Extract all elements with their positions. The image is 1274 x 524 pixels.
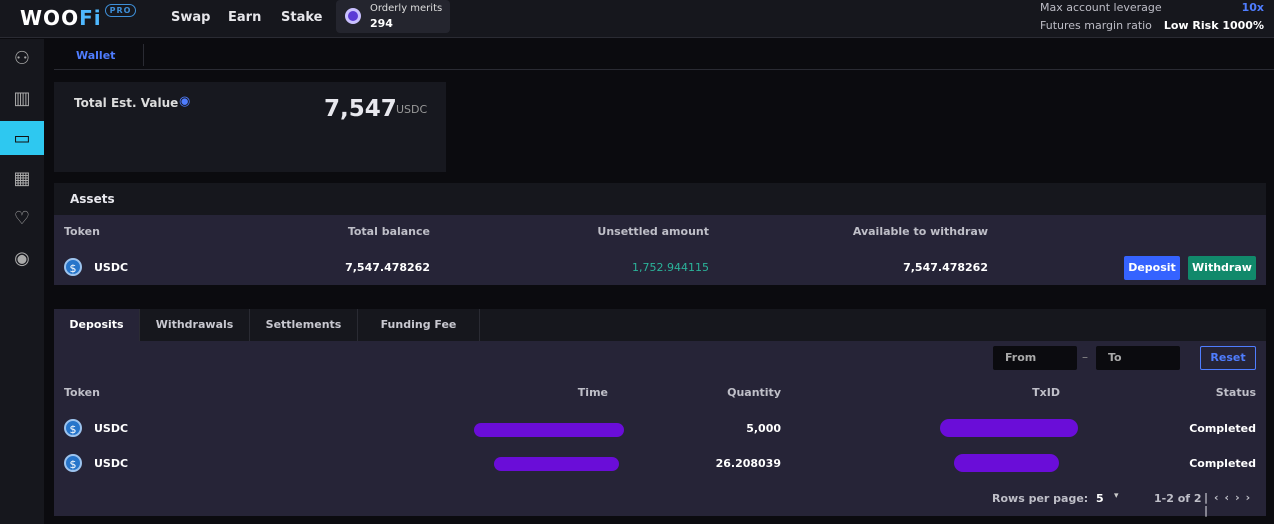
nav-earn[interactable]: Earn <box>228 10 261 25</box>
orderly-icon <box>345 8 361 24</box>
tab-deposits[interactable]: Deposits <box>54 309 140 341</box>
history-panel: Deposits Withdrawals Settlements Funding… <box>54 309 1266 517</box>
page-tabs: Wallet <box>54 42 1274 70</box>
rows-per-page-select[interactable]: 5 <box>1096 492 1104 505</box>
redacted-txid <box>940 419 1078 437</box>
chart-icon[interactable]: ▥ <box>0 81 44 115</box>
orderly-merits[interactable]: Orderly merits 294 <box>336 0 450 33</box>
nav-stake[interactable]: Stake <box>281 10 322 25</box>
wallet-icon[interactable]: ▭ <box>0 121 44 155</box>
redacted-txid <box>954 454 1059 472</box>
pagination-icons[interactable]: |‹‹›› | <box>1204 491 1266 517</box>
assets-panel: Assets Token Total balance Unsettled amo… <box>54 183 1266 285</box>
vault-icon[interactable]: ◉ <box>0 241 44 275</box>
redacted-time <box>494 457 619 471</box>
top-bar: WOOFi PRO Swap Earn Stake Orderly merits … <box>0 0 1274 38</box>
calculator-icon[interactable]: ▦ <box>0 161 44 195</box>
tab-wallet[interactable]: Wallet <box>76 49 115 62</box>
account-icon[interactable]: ⚇ <box>0 41 44 75</box>
total-value-card: Total Est. Value ◉ 7,547 USDC <box>54 82 446 172</box>
hide-eye-icon[interactable]: ◉ <box>179 94 190 109</box>
chevron-down-icon[interactable]: ▾ <box>1114 491 1119 501</box>
withdraw-button[interactable]: Withdraw <box>1188 256 1256 280</box>
tab-funding-fee[interactable]: Funding Fee <box>358 309 480 341</box>
usdc-icon: $ <box>64 258 82 276</box>
usdc-icon: $ <box>64 454 82 472</box>
rewards-icon[interactable]: ♡ <box>0 201 44 235</box>
nav-swap[interactable]: Swap <box>171 10 210 25</box>
to-date-input[interactable]: To <box>1096 346 1180 370</box>
redacted-time <box>474 423 624 437</box>
tab-settlements[interactable]: Settlements <box>250 309 358 341</box>
reset-button[interactable]: Reset <box>1200 346 1256 370</box>
tab-withdrawals[interactable]: Withdrawals <box>140 309 250 341</box>
logo[interactable]: WOOFi PRO <box>20 4 137 30</box>
deposit-button[interactable]: Deposit <box>1124 256 1180 280</box>
from-date-input[interactable]: From <box>993 346 1077 370</box>
usdc-icon: $ <box>64 419 82 437</box>
sidebar: ⚇ ▥ ▭ ▦ ♡ ◉ <box>0 39 44 524</box>
